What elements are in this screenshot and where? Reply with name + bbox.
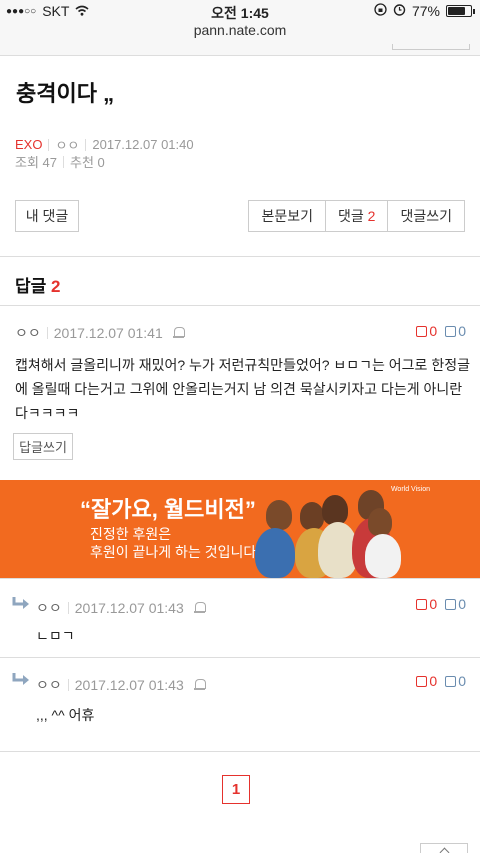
ad-line-1: 진정한 후원은 <box>90 526 172 542</box>
ad-banner[interactable]: “잘가요, 월드비전” 진정한 후원은 후원이 끝나게 하는 것입니다. Wor… <box>0 480 480 578</box>
reply-header: ㅇㅇ 2017.12.07 01:43 <box>36 675 206 695</box>
report-icon[interactable] <box>172 327 185 339</box>
url-bar[interactable]: pann.nate.com <box>0 22 480 44</box>
replies-count: 2 <box>51 277 61 296</box>
reply-votes: 0 0 <box>416 673 466 689</box>
reply-votes: 0 0 <box>416 596 466 612</box>
reply-author: ㅇㅇ <box>36 600 62 616</box>
divider <box>0 751 480 752</box>
comments-button[interactable]: 댓글 2 <box>325 201 387 231</box>
hidden-toolbar-button[interactable] <box>392 44 470 50</box>
comment-date: 2017.12.07 01:41 <box>53 325 163 341</box>
downvote-button[interactable]: 0 <box>445 596 466 612</box>
replies-label: 답글 <box>15 277 47 296</box>
comment-text: 캡쳐해서 글올리니까 재밌어? 누가 저런규칙만들었어? ㅂㅁㄱ는 어그로 한정… <box>15 357 470 421</box>
reply-text: ㄴㅁㄱ <box>36 628 75 644</box>
battery-percent: 77% <box>411 3 440 19</box>
upvote-button[interactable]: 0 <box>416 673 437 689</box>
divider <box>0 657 480 658</box>
divider <box>0 305 480 306</box>
comment-votes: 0 0 <box>416 323 466 339</box>
downvote-button[interactable]: 0 <box>445 323 466 339</box>
view-post-button[interactable]: 본문보기 <box>249 201 325 231</box>
thumbs-down-icon <box>445 675 457 687</box>
battery-icon <box>446 5 475 17</box>
url-text: pann.nate.com <box>193 22 287 38</box>
divider <box>0 578 480 579</box>
thumbs-up-icon <box>416 675 428 687</box>
ad-line-2: 후원이 끝나게 하는 것입니다. <box>90 544 261 560</box>
thumbs-up-icon <box>416 325 428 337</box>
reply-text: ,,, ^^ 어휴 <box>36 707 95 723</box>
write-comment-button[interactable]: 댓글쓰기 <box>387 201 464 231</box>
toolbar-strip <box>0 44 480 56</box>
comment-nav-group: 본문보기 댓글 2 댓글쓰기 <box>248 200 465 232</box>
upvote-button[interactable]: 0 <box>416 323 437 339</box>
rotation-lock-icon <box>374 3 387 19</box>
ad-title: “잘가요, 월드비전” <box>80 497 256 522</box>
page-1-button[interactable]: 1 <box>222 775 250 804</box>
page-title: 충격이다 „ <box>16 81 115 106</box>
thumbs-down-icon <box>445 325 457 337</box>
world-vision-logo: World Vision <box>390 486 430 493</box>
scroll-top-button[interactable] <box>420 843 468 853</box>
divider <box>0 256 480 257</box>
thumbs-up-icon <box>416 598 428 610</box>
comments-count: 2 <box>367 208 376 224</box>
post-date: 2017.12.07 01:40 <box>92 137 194 152</box>
comment-author: ㅇㅇ <box>15 325 41 341</box>
view-count: 조회 47 <box>15 155 57 170</box>
report-icon[interactable] <box>193 602 206 614</box>
reply-date: 2017.12.07 01:43 <box>74 677 184 693</box>
report-icon[interactable] <box>193 679 206 691</box>
reply-button[interactable]: 답글쓰기 <box>13 433 73 460</box>
reply-date: 2017.12.07 01:43 <box>74 600 184 616</box>
replies-header: 답글 2 <box>15 272 60 297</box>
comments-label: 댓글 <box>338 208 364 224</box>
my-comments-button[interactable]: 내 댓글 <box>15 200 79 232</box>
downvote-button[interactable]: 0 <box>445 673 466 689</box>
category-link[interactable]: EXO <box>15 137 42 152</box>
alarm-icon <box>393 3 406 19</box>
thumbs-down-icon <box>445 598 457 610</box>
reply-author: ㅇㅇ <box>36 677 62 693</box>
reply-arrow-icon <box>12 673 29 685</box>
post-stats: 조회 47 추천 0 <box>15 152 105 171</box>
upvote-button[interactable]: 0 <box>416 596 437 612</box>
reply-arrow-icon <box>12 597 29 609</box>
comment-header: ㅇㅇ 2017.12.07 01:41 <box>15 323 185 343</box>
status-bar: ●●●○○ SKT 오전 1:45 77% <box>0 0 480 22</box>
recommend-count: 추천 0 <box>70 155 105 170</box>
reply-header: ㅇㅇ 2017.12.07 01:43 <box>36 598 206 618</box>
